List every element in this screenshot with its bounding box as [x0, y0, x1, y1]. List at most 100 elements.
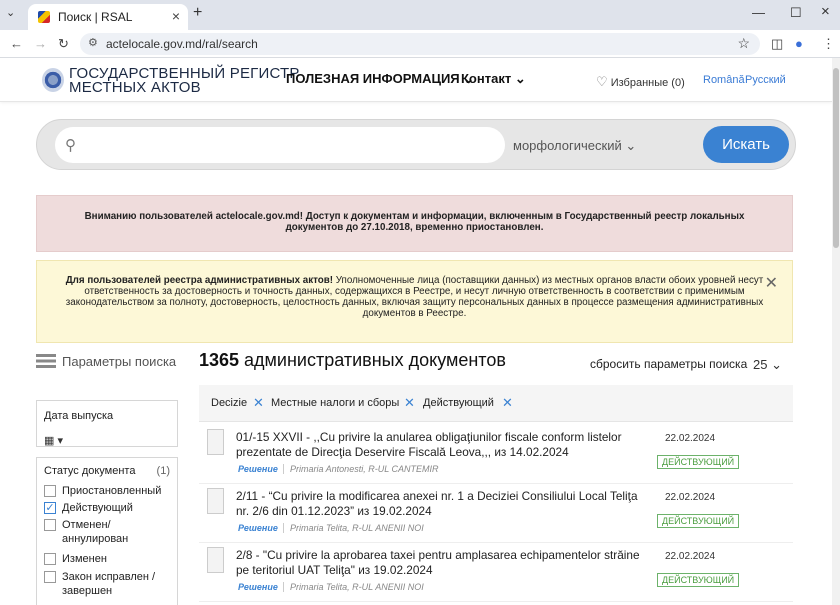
date-filter[interactable]: Дата выпуска ▦ ▾	[36, 400, 178, 447]
chevron-down-icon: ⌄	[771, 357, 782, 372]
per-page-value: 25	[753, 357, 768, 372]
logo-line-2: МЕСТНЫХ АКТОВ	[69, 79, 201, 96]
filter-chip: Действующий	[423, 397, 494, 409]
forward-icon[interactable]: →	[34, 36, 47, 51]
document-issuer: Primaria Telita, R-UL ANENII NOI	[283, 582, 424, 592]
menu-icon	[36, 354, 56, 368]
status-filter-count: (1)	[156, 465, 170, 477]
maximize-icon[interactable]: ☐	[790, 5, 802, 21]
reload-icon[interactable]: ↻	[58, 36, 69, 52]
chevron-down-icon: ⌄	[514, 71, 526, 86]
document-row[interactable]: 2/8 - "Cu privire la aprobarea taxei pen…	[199, 544, 793, 602]
status-option-label[interactable]: Закон исправлен / завершен	[62, 570, 170, 598]
minimize-icon[interactable]: —	[752, 5, 765, 20]
site-header: ГОСУДАРСТВЕННЫЙ РЕГИСТР МЕСТНЫХ АКТОВ ПО…	[0, 58, 832, 102]
kebab-menu-icon[interactable]: ⋮	[822, 36, 835, 52]
status-checkbox[interactable]	[44, 485, 56, 497]
active-filters: Decizie ✕ Местные налоги и сборы ✕ Дейст…	[199, 385, 793, 422]
menu-contact-label: Контакт	[461, 71, 512, 86]
status-checkbox[interactable]	[44, 571, 56, 583]
remove-filter-icon[interactable]: ✕	[253, 395, 264, 411]
back-icon[interactable]: ←	[10, 36, 23, 51]
bookmark-star-icon[interactable]: ☆	[737, 35, 750, 52]
sidebar-toggle-icon[interactable]: ◫	[771, 36, 783, 52]
state-emblem-icon[interactable]	[42, 68, 64, 92]
scrollbar-thumb[interactable]	[833, 68, 839, 248]
status-checkbox[interactable]	[44, 519, 56, 531]
search-params-title[interactable]: Параметры поиска	[36, 352, 176, 371]
chevron-down-icon: ⌄	[625, 138, 637, 153]
menu-useful-info[interactable]: ПОЛЕЗНАЯ ИНФОРМАЦИЯ ⌄	[286, 71, 474, 87]
document-icon	[207, 547, 224, 573]
reset-params-link[interactable]: сбросить параметры поиска	[590, 357, 747, 371]
close-tab-icon[interactable]: ×	[172, 8, 180, 24]
remove-filter-icon[interactable]: ✕	[502, 395, 513, 411]
search-button[interactable]: Искать	[703, 126, 789, 163]
document-type: Решение	[238, 464, 278, 474]
site-logo-text[interactable]: ГОСУДАРСТВЕННЫЙ РЕГИСТР МЕСТНЫХ АКТОВ	[69, 66, 300, 96]
calendar-icon[interactable]: ▦ ▾	[44, 434, 63, 447]
search-mode-select[interactable]: морфологический ⌄	[513, 138, 636, 154]
heart-icon: ♡	[596, 74, 608, 89]
search-bar: ⚲ морфологический ⌄ Искать	[36, 119, 796, 170]
status-filter-label: Статус документа	[44, 465, 136, 477]
status-option-label[interactable]: Отменен/ аннулирован	[62, 518, 162, 546]
document-title[interactable]: 01/-15 XXVII - ,,Cu privire la anularea …	[236, 430, 646, 460]
document-row[interactable]: 01/-15 XXVII - ,,Cu privire la anularea …	[199, 426, 793, 484]
status-badge: ДЕЙСТВУЮЩИЙ	[657, 514, 740, 528]
tab-title: Поиск | RSAL	[58, 10, 133, 24]
browser-tab-strip: ⌄ Поиск | RSAL × + — ☐ ×	[0, 0, 840, 30]
search-mode-label: морфологический	[513, 138, 622, 153]
document-icon	[207, 488, 224, 514]
notice-alert: Вниманию пользователей actelocale.gov.md…	[36, 195, 793, 252]
filter-chip: Decizie	[211, 397, 248, 409]
search-icon: ⚲	[65, 137, 76, 154]
browser-tab[interactable]: Поиск | RSAL ×	[28, 4, 188, 30]
document-row[interactable]: 2/11 - “Cu privire la modificarea anexei…	[199, 485, 793, 543]
status-checkbox[interactable]: ✓	[44, 502, 56, 514]
status-checkbox[interactable]	[44, 553, 56, 565]
per-page-select[interactable]: 25 ⌄	[753, 357, 782, 373]
site-info-icon[interactable]: ⚙	[88, 36, 98, 49]
lang-romanian[interactable]: Română	[703, 74, 745, 86]
results-count-number: 1365	[199, 350, 240, 370]
status-badge: ДЕЙСТВУЮЩИЙ	[657, 455, 740, 469]
favorites-label: Избранные (0)	[610, 77, 685, 89]
status-option-label[interactable]: Действующий	[62, 501, 133, 515]
new-tab-icon[interactable]: +	[193, 4, 202, 22]
lang-russian[interactable]: Русский	[745, 74, 786, 86]
results-count-label: административных документов	[239, 350, 506, 370]
menu-useful-info-label: ПОЛЕЗНАЯ ИНФОРМАЦИЯ	[286, 71, 460, 86]
results-count: 1365 административных документов	[199, 350, 506, 371]
search-input[interactable]	[55, 127, 505, 163]
document-title[interactable]: 2/8 - "Cu privire la aprobarea taxei pen…	[236, 548, 646, 578]
document-date: 22.02.2024	[665, 492, 716, 503]
document-issuer: Primaria Telita, R-UL ANENII NOI	[283, 523, 424, 533]
page-content: ГОСУДАРСТВЕННЫЙ РЕГИСТР МЕСТНЫХ АКТОВ ПО…	[0, 58, 832, 605]
document-type: Решение	[238, 523, 278, 533]
warning-alert: Для пользователей реестра административн…	[36, 260, 793, 343]
tab-search-icon[interactable]: ⌄	[6, 6, 15, 19]
flag-icon	[38, 11, 50, 23]
params-title-label: Параметры поиска	[62, 354, 177, 369]
date-filter-label: Дата выпуска	[44, 410, 114, 422]
document-date: 22.02.2024	[665, 551, 716, 562]
menu-contact[interactable]: Контакт ⌄	[461, 71, 526, 87]
profile-icon[interactable]: ●	[795, 36, 803, 51]
document-date: 22.02.2024	[665, 433, 716, 444]
remove-filter-icon[interactable]: ✕	[404, 395, 415, 411]
favorites-link[interactable]: ♡ Избранные (0)	[596, 74, 685, 90]
document-type: Решение	[238, 582, 278, 592]
close-window-icon[interactable]: ×	[821, 3, 830, 20]
document-icon	[207, 429, 224, 455]
document-issuer: Primaria Antonesti, R-UL CANTEMIR	[283, 464, 439, 474]
scrollbar[interactable]	[832, 58, 840, 605]
warning-alert-title: Для пользователей реестра административн…	[65, 275, 334, 286]
status-option-label[interactable]: Изменен	[62, 552, 107, 566]
status-option-label[interactable]: Приостановленный	[62, 484, 161, 498]
document-title[interactable]: 2/11 - “Cu privire la modificarea anexei…	[236, 489, 646, 519]
address-bar[interactable]: ⚙ actelocale.gov.md/ral/search ☆	[80, 33, 760, 55]
address-bar-row: ← → ↻ ⚙ actelocale.gov.md/ral/search ☆ ◫…	[0, 30, 840, 58]
close-icon[interactable]: ✕	[765, 273, 778, 293]
status-badge: ДЕЙСТВУЮЩИЙ	[657, 573, 740, 587]
